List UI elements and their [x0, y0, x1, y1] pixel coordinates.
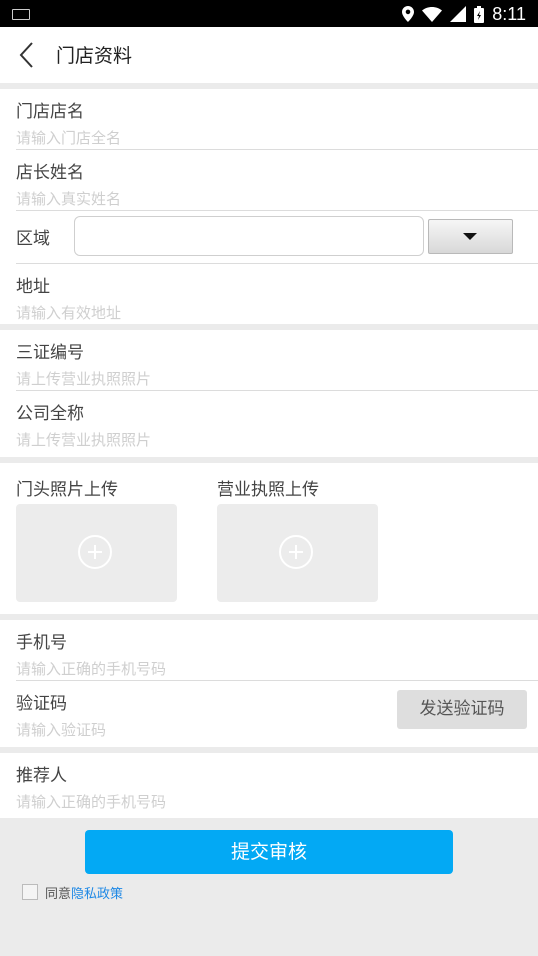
manager-name-row[interactable]: 店长姓名 请输入真实姓名 [0, 150, 538, 211]
privacy-agreement: 同意 隐私政策 [22, 882, 123, 902]
top-bar: 门店资料 [0, 27, 538, 83]
agree-checkbox[interactable] [22, 884, 38, 900]
region-row: 区域 [0, 211, 538, 264]
referrer-input[interactable]: 请输入正确的手机号码 [16, 791, 166, 812]
keyboard-icon [12, 9, 30, 20]
wifi-icon [422, 6, 443, 22]
store-name-row[interactable]: 门店店名 请输入门店全名 [0, 89, 538, 150]
referrer-label: 推荐人 [16, 766, 67, 786]
add-circle-icon [279, 535, 313, 569]
address-label: 地址 [16, 277, 50, 297]
storefront-upload-label: 门头照片上传 [16, 480, 118, 500]
privacy-policy-link[interactable]: 隐私政策 [71, 883, 123, 902]
store-info-section: 门店店名 请输入门店全名 店长姓名 请输入真实姓名 区域 地址 请输入有效地址 [0, 89, 538, 324]
cert-number-label: 三证编号 [16, 343, 84, 363]
storefront-upload-box[interactable] [16, 504, 177, 602]
company-name-label: 公司全称 [16, 404, 84, 424]
upload-section: 门头照片上传 营业执照上传 [0, 463, 538, 614]
location-icon [402, 6, 415, 22]
clock: 8:11 [492, 3, 526, 24]
contact-section: 手机号 请输入正确的手机号码 验证码 请输入验证码 发送验证码 [0, 620, 538, 747]
verify-code-label: 验证码 [16, 694, 67, 714]
triangle-down-icon [463, 233, 477, 240]
region-dropdown-button[interactable] [428, 219, 513, 254]
store-name-label: 门店店名 [16, 102, 84, 122]
phone-label: 手机号 [16, 633, 67, 653]
phone-row[interactable]: 手机号 请输入正确的手机号码 [0, 620, 538, 681]
cert-number-row[interactable]: 三证编号 请上传营业执照照片 [0, 330, 538, 391]
page-title: 门店资料 [56, 45, 133, 67]
add-circle-icon [78, 535, 112, 569]
battery-icon [474, 5, 485, 23]
status-bar: 8:11 [0, 0, 538, 27]
back-button[interactable] [14, 40, 42, 70]
manager-name-input[interactable]: 请输入真实姓名 [16, 188, 121, 209]
phone-input[interactable]: 请输入正确的手机号码 [16, 658, 166, 679]
submit-button[interactable]: 提交审核 [85, 830, 453, 874]
status-icons: 8:11 [402, 3, 526, 25]
license-upload-box[interactable] [217, 504, 378, 602]
address-row[interactable]: 地址 请输入有效地址 [0, 264, 538, 325]
signal-icon [450, 6, 467, 22]
send-code-button[interactable]: 发送验证码 [397, 690, 527, 729]
agree-text: 同意 [45, 886, 72, 902]
region-label: 区域 [16, 229, 50, 249]
verify-code-row: 验证码 请输入验证码 发送验证码 [0, 681, 538, 742]
region-input[interactable] [74, 216, 424, 256]
cert-number-input[interactable]: 请上传营业执照照片 [16, 368, 151, 389]
verify-code-input[interactable]: 请输入验证码 [16, 719, 106, 740]
chevron-left-icon [19, 42, 33, 68]
company-name-row[interactable]: 公司全称 请上传营业执照照片 [0, 391, 538, 452]
store-name-input[interactable]: 请输入门店全名 [16, 127, 121, 148]
referrer-row[interactable]: 推荐人 请输入正确的手机号码 [0, 753, 538, 814]
referrer-section: 推荐人 请输入正确的手机号码 [0, 753, 538, 818]
license-info-section: 三证编号 请上传营业执照照片 公司全称 请上传营业执照照片 [0, 330, 538, 457]
manager-name-label: 店长姓名 [16, 163, 84, 183]
company-name-input[interactable]: 请上传营业执照照片 [16, 429, 151, 450]
license-upload-label: 营业执照上传 [217, 480, 319, 500]
address-input[interactable]: 请输入有效地址 [16, 302, 121, 323]
